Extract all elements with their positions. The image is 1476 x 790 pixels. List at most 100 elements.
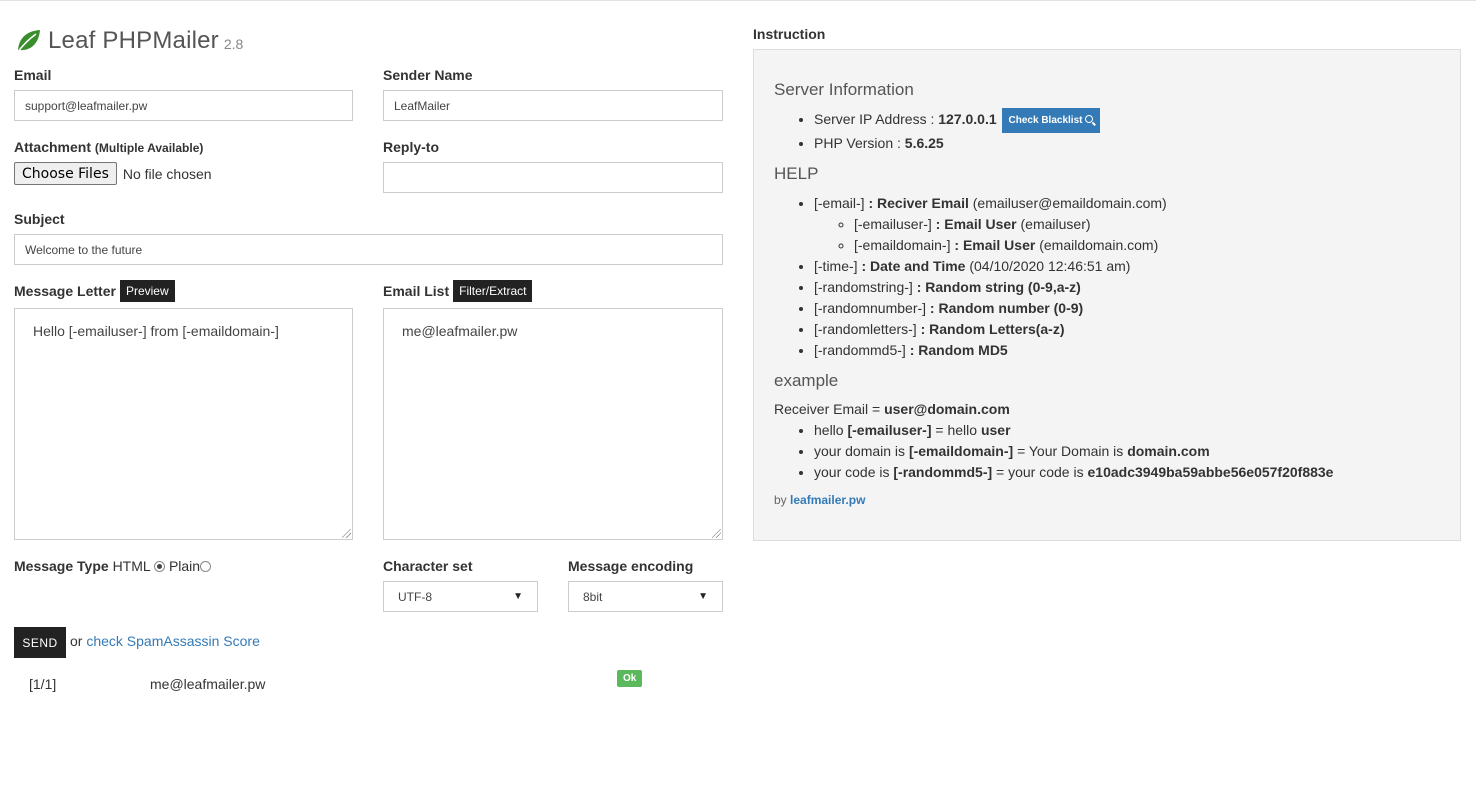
result-email: me@leafmailer.pw — [150, 676, 266, 692]
brand: Leaf PHPMailer 2.8 — [14, 21, 243, 55]
help-item-email: [-email-] : Reciver Email (emailuser@ema… — [814, 193, 1440, 256]
help-tag: [-randommd5-] — [814, 342, 906, 358]
subject-input[interactable]: Welcome to the future — [14, 234, 723, 265]
help-item-randommd5: [-randommd5-] : Random MD5 — [814, 340, 1440, 361]
search-icon — [1085, 115, 1094, 123]
example-value: domain.com — [1127, 443, 1210, 459]
example-tag: [-emailuser-] — [847, 422, 932, 438]
help-desc: Email User — [962, 237, 1036, 253]
attachment-label: Attachment (Multiple Available) — [14, 139, 203, 155]
help-desc: Random number (0-9) — [938, 300, 1084, 316]
leaf-logo-icon — [14, 27, 42, 55]
message-letter-header: Message Letter Preview — [14, 280, 175, 302]
server-info-heading: Server Information — [774, 80, 914, 99]
example-text: hello — [814, 422, 844, 438]
check-blacklist-button[interactable]: Check Blacklist — [1001, 108, 1101, 133]
email-list-textarea[interactable]: me@leafmailer.pw — [383, 308, 723, 540]
help-example: (04/10/2020 12:46:51 am) — [969, 258, 1131, 274]
charset-select[interactable]: UTF-8 ▼ — [383, 581, 538, 612]
preview-button[interactable]: Preview — [119, 280, 175, 302]
message-text: Hello [-emailuser-] from [-emaildomain-] — [33, 323, 279, 339]
help-example: (emailuser) — [1020, 216, 1091, 232]
email-input[interactable]: support@leafmailer.pw — [14, 90, 353, 121]
reply-to-label: Reply-to — [383, 139, 439, 155]
example-text: your code is — [814, 464, 890, 480]
receiver-example: Receiver Email = user@domain.com — [774, 399, 1440, 420]
dropdown-caret-icon: ▼ — [513, 591, 523, 602]
charset-label: Character set — [383, 558, 473, 574]
server-ip-value: 127.0.0.1 — [938, 111, 997, 127]
help-example: (emaildomain.com) — [1039, 237, 1159, 253]
check-blacklist-label: Check Blacklist — [1008, 115, 1083, 126]
php-version-value: 5.6.25 — [904, 135, 944, 151]
help-desc: Email User — [944, 216, 1017, 232]
result-status-badge: Ok — [617, 670, 643, 687]
help-tag: [-emailuser-] — [854, 216, 932, 232]
credit-by: by — [774, 493, 787, 507]
help-sublist: [-emailuser-] : Email User (emailuser) [… — [814, 214, 1440, 256]
help-desc: Reciver Email — [877, 195, 969, 211]
attachment-label-text: Attachment — [14, 139, 92, 155]
html-radio[interactable] — [154, 561, 166, 572]
resize-handle-icon[interactable] — [712, 529, 721, 538]
php-version-label: PHP Version : — [814, 135, 901, 151]
attachment-hint: (Multiple Available) — [94, 141, 204, 155]
example-text: = your code is — [996, 464, 1084, 480]
email-list-text: me@leafmailer.pw — [402, 323, 518, 339]
help-tag: [-randomstring-] — [814, 279, 913, 295]
plain-radio[interactable] — [200, 561, 212, 572]
help-list: [-email-] : Reciver Email (emailuser@ema… — [774, 193, 1440, 361]
html-option-label: HTML — [112, 558, 151, 574]
example-tag: [-randommd5-] — [893, 464, 993, 480]
file-status: No file chosen — [122, 165, 212, 182]
message-letter-label: Message Letter — [14, 283, 116, 299]
example-text: your domain is — [814, 443, 906, 459]
result-index: [1/1] — [29, 676, 57, 692]
example-list: hello [-emailuser-] = hello user your do… — [774, 420, 1440, 483]
filter-extract-button[interactable]: Filter/Extract — [453, 280, 533, 302]
app-title: Leaf PHPMailer — [48, 27, 219, 54]
send-button[interactable]: SEND — [14, 627, 66, 658]
spam-check-row: or check SpamAssassin Score — [70, 633, 260, 649]
help-tag: [-randomletters-] — [814, 321, 917, 337]
reply-to-input[interactable] — [383, 162, 723, 193]
attachment-picker: Choose Files No file chosen — [14, 162, 212, 185]
sender-name-input[interactable]: LeafMailer — [383, 90, 723, 121]
message-type-group: Message Type HTML Plain — [14, 558, 212, 574]
example-value: user — [980, 422, 1011, 438]
help-desc: Date and Time — [870, 258, 966, 274]
encoding-select[interactable]: 8bit ▼ — [568, 581, 723, 612]
help-desc: Random Letters(a-z) — [929, 321, 1065, 337]
choose-files-button[interactable]: Choose Files — [14, 162, 117, 185]
example-value: e10adc3949ba59abbe56e057f20f883e — [1087, 464, 1334, 480]
instruction-title: Instruction — [753, 26, 826, 42]
server-info-list: Server IP Address : 127.0.0.1 Check Blac… — [774, 108, 1440, 154]
example-item: your domain is [-emaildomain-] = Your Do… — [814, 441, 1440, 462]
message-textarea[interactable]: Hello [-emailuser-] from [-emaildomain-] — [14, 308, 353, 540]
or-text: or — [70, 633, 83, 649]
example-item: your code is [-randommd5-] = your code i… — [814, 462, 1440, 483]
example-heading: example — [774, 371, 839, 390]
spamassassin-link[interactable]: check SpamAssassin Score — [86, 633, 260, 649]
help-item-randomnumber: [-randomnumber-] : Random number (0-9) — [814, 298, 1440, 319]
receiver-label: Receiver Email = — [774, 401, 881, 417]
encoding-label: Message encoding — [568, 558, 694, 574]
help-item-emaildomain: [-emaildomain-] : Email User (emaildomai… — [854, 235, 1440, 256]
charset-value: UTF-8 — [398, 589, 432, 604]
subject-label: Subject — [14, 211, 65, 227]
resize-handle-icon[interactable] — [342, 529, 351, 538]
leafmailer-link[interactable]: leafmailer.pw — [790, 493, 865, 507]
instruction-panel: Server Information Server IP Address : 1… — [753, 49, 1461, 541]
help-tag: [-email-] — [814, 195, 865, 211]
sender-name-label: Sender Name — [383, 67, 473, 83]
help-item-randomstring: [-randomstring-] : Random string (0-9,a-… — [814, 277, 1440, 298]
email-list-header: Email List Filter/Extract — [383, 280, 533, 302]
help-tag: [-emaildomain-] — [854, 237, 951, 253]
help-heading: HELP — [774, 164, 819, 183]
help-tag: [-time-] — [814, 258, 858, 274]
php-version-item: PHP Version : 5.6.25 — [814, 133, 1440, 154]
email-label: Email — [14, 67, 52, 83]
dropdown-caret-icon: ▼ — [698, 591, 708, 602]
help-tag: [-randomnumber-] — [814, 300, 927, 316]
help-item-emailuser: [-emailuser-] : Email User (emailuser) — [854, 214, 1440, 235]
